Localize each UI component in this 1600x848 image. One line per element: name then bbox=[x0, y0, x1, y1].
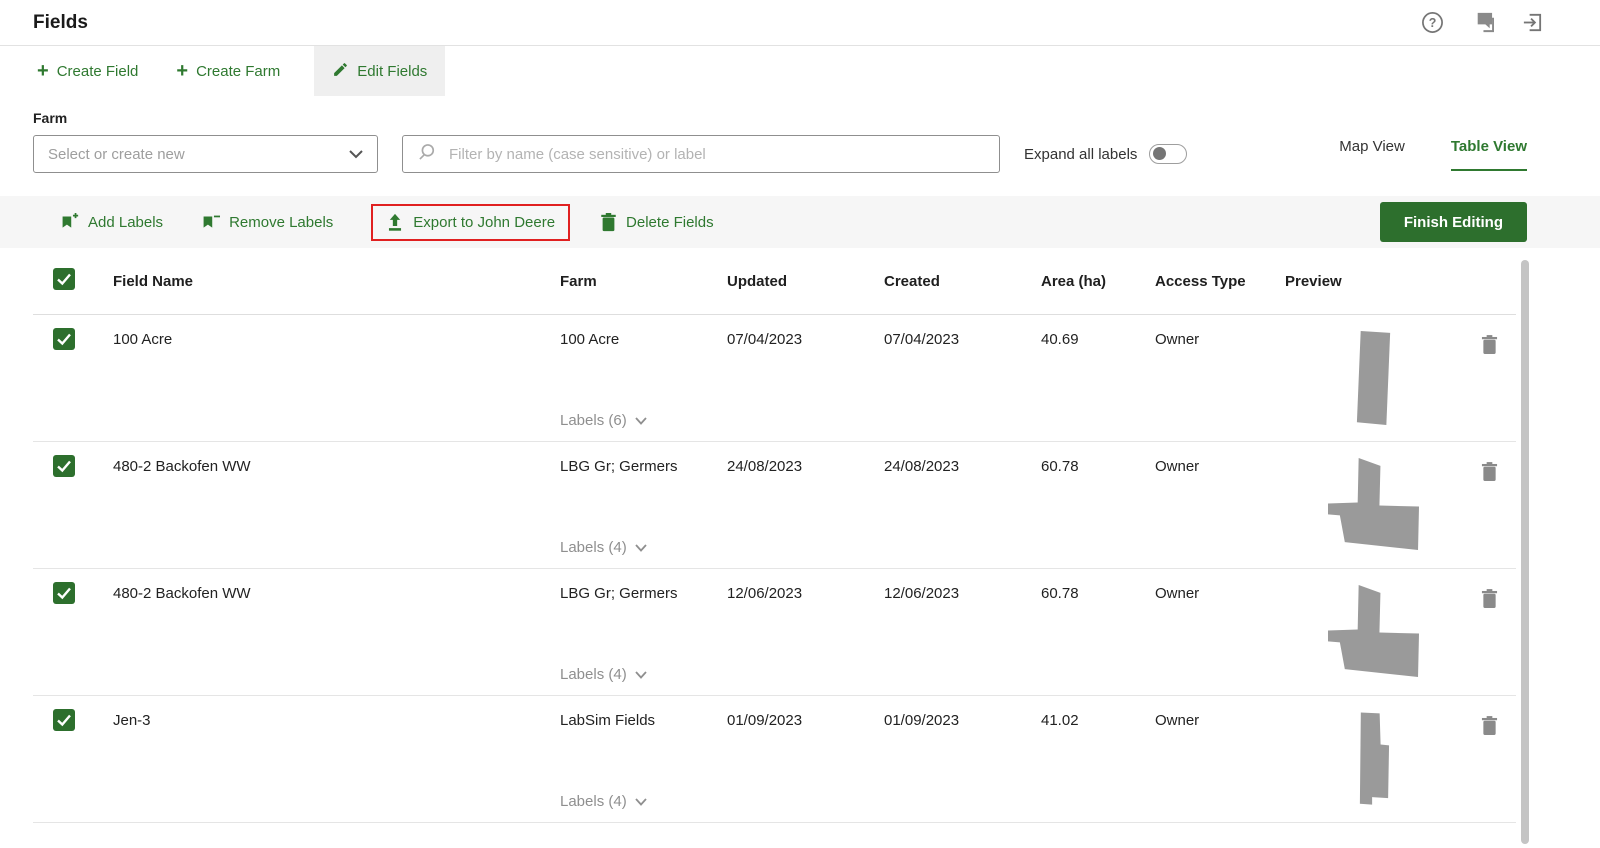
updated-date: 24/08/2023 bbox=[727, 442, 884, 475]
created-date: 07/04/2023 bbox=[884, 315, 1041, 348]
column-header[interactable]: Updated bbox=[727, 273, 884, 290]
column-header[interactable]: Field Name bbox=[113, 273, 560, 290]
upload-icon bbox=[386, 213, 404, 232]
area-value: 60.78 bbox=[1041, 569, 1155, 602]
column-header[interactable]: Created bbox=[884, 273, 1041, 290]
column-header[interactable]: Access Type bbox=[1155, 273, 1285, 290]
edit-fields-button[interactable]: Edit Fields bbox=[314, 46, 445, 96]
chevron-down-icon bbox=[349, 146, 363, 163]
chevron-down-icon bbox=[635, 671, 647, 679]
delete-row-icon[interactable] bbox=[1481, 589, 1498, 609]
field-preview bbox=[1285, 319, 1462, 438]
created-date: 24/08/2023 bbox=[884, 442, 1041, 475]
page-title: Fields bbox=[33, 12, 88, 34]
delete-row-icon[interactable] bbox=[1481, 462, 1498, 482]
top-bar: Fields ? bbox=[0, 0, 1600, 46]
access-type: Owner bbox=[1155, 315, 1285, 348]
farm-name: 100 Acre bbox=[560, 315, 727, 348]
pencil-icon bbox=[332, 61, 349, 82]
filter-search-box[interactable] bbox=[402, 135, 1000, 173]
row-checkbox[interactable] bbox=[52, 327, 76, 351]
row-checkbox[interactable] bbox=[52, 454, 76, 478]
table-row: 480-2 Backofen WW LBG Gr; Germers 24/08/… bbox=[33, 442, 1516, 569]
area-value: 41.02 bbox=[1041, 696, 1155, 729]
farm-label: Farm bbox=[33, 110, 1600, 126]
field-preview bbox=[1285, 573, 1462, 692]
expand-all-labels-label: Expand all labels bbox=[1024, 146, 1137, 163]
create-field-button[interactable]: + Create Field bbox=[33, 46, 142, 96]
trash-icon bbox=[600, 213, 617, 232]
svg-text:?: ? bbox=[1429, 16, 1437, 30]
labels-expander[interactable]: Labels (6) bbox=[560, 412, 647, 429]
row-checkbox[interactable] bbox=[52, 708, 76, 732]
tab-map-view[interactable]: Map View bbox=[1339, 138, 1405, 171]
farm-name: LBG Gr; Germers bbox=[560, 569, 727, 602]
labels-expander[interactable]: Labels (4) bbox=[560, 539, 647, 556]
tab-table-view[interactable]: Table View bbox=[1451, 138, 1527, 171]
updated-date: 12/06/2023 bbox=[727, 569, 884, 602]
toggle-knob bbox=[1153, 147, 1166, 160]
field-name: 100 Acre bbox=[113, 315, 560, 348]
chevron-down-icon bbox=[635, 798, 647, 806]
column-header[interactable]: Preview bbox=[1285, 273, 1462, 290]
highlight-annotation-box: Export to John Deere bbox=[371, 204, 570, 241]
chevron-down-icon bbox=[635, 544, 647, 552]
search-icon bbox=[417, 142, 437, 167]
expand-all-labels-toggle[interactable] bbox=[1149, 144, 1187, 164]
field-shape-icon bbox=[1328, 585, 1420, 680]
help-icon[interactable]: ? bbox=[1421, 11, 1444, 34]
field-preview bbox=[1285, 700, 1462, 819]
field-shape-icon bbox=[1328, 458, 1420, 553]
area-value: 40.69 bbox=[1041, 315, 1155, 348]
table-row: 100 Acre 100 Acre 07/04/2023 07/04/2023 … bbox=[33, 315, 1516, 442]
action-bar: Add Labels Remove Labels Export to John … bbox=[0, 196, 1600, 248]
row-checkbox[interactable] bbox=[52, 581, 76, 605]
field-name: Jen-3 bbox=[113, 696, 560, 729]
select-all-checkbox[interactable] bbox=[52, 267, 76, 291]
filters-row: Select or create new Expand all labels M… bbox=[0, 134, 1600, 174]
feedback-chat-icon[interactable] bbox=[1470, 11, 1495, 34]
delete-row-icon[interactable] bbox=[1481, 716, 1498, 736]
chevron-down-icon bbox=[635, 417, 647, 425]
labels-expander[interactable]: Labels (4) bbox=[560, 793, 647, 810]
tag-minus-icon bbox=[201, 213, 220, 232]
field-preview bbox=[1285, 446, 1462, 565]
access-type: Owner bbox=[1155, 569, 1285, 602]
column-header[interactable]: Area (ha) bbox=[1041, 273, 1155, 290]
field-shape-icon bbox=[1355, 328, 1393, 429]
toolbar: + Create Field + Create Farm Edit Fields bbox=[0, 46, 1600, 96]
farm-name: LBG Gr; Germers bbox=[560, 442, 727, 475]
delete-fields-button[interactable]: Delete Fields bbox=[600, 213, 714, 232]
table-row: Jen-3 LabSim Fields 01/09/2023 01/09/202… bbox=[33, 696, 1516, 823]
column-header[interactable]: Farm bbox=[560, 273, 727, 290]
farm-name: LabSim Fields bbox=[560, 696, 727, 729]
updated-date: 07/04/2023 bbox=[727, 315, 884, 348]
field-name: 480-2 Backofen WW bbox=[113, 569, 560, 602]
filter-input[interactable] bbox=[449, 146, 985, 163]
delete-row-icon[interactable] bbox=[1481, 335, 1498, 355]
fields-table: Field Name Farm Updated Created Area (ha… bbox=[33, 248, 1516, 823]
add-labels-button[interactable]: Add Labels bbox=[60, 213, 163, 232]
field-shape-icon bbox=[1358, 711, 1390, 808]
updated-date: 01/09/2023 bbox=[727, 696, 884, 729]
exit-logout-icon[interactable] bbox=[1521, 11, 1544, 34]
created-date: 12/06/2023 bbox=[884, 569, 1041, 602]
plus-icon: + bbox=[176, 61, 188, 81]
export-to-john-deere-button[interactable]: Export to John Deere bbox=[386, 213, 555, 232]
farm-select[interactable]: Select or create new bbox=[33, 135, 378, 173]
create-farm-button[interactable]: + Create Farm bbox=[172, 46, 284, 96]
labels-expander[interactable]: Labels (4) bbox=[560, 666, 647, 683]
access-type: Owner bbox=[1155, 696, 1285, 729]
finish-editing-button[interactable]: Finish Editing bbox=[1380, 202, 1527, 242]
field-name: 480-2 Backofen WW bbox=[113, 442, 560, 475]
table-header: Field Name Farm Updated Created Area (ha… bbox=[33, 248, 1516, 315]
area-value: 60.78 bbox=[1041, 442, 1155, 475]
remove-labels-button[interactable]: Remove Labels bbox=[201, 213, 333, 232]
created-date: 01/09/2023 bbox=[884, 696, 1041, 729]
access-type: Owner bbox=[1155, 442, 1285, 475]
table-row: 480-2 Backofen WW LBG Gr; Germers 12/06/… bbox=[33, 569, 1516, 696]
vertical-scrollbar[interactable] bbox=[1521, 260, 1529, 844]
plus-icon: + bbox=[37, 61, 49, 81]
tag-plus-icon bbox=[60, 213, 79, 232]
